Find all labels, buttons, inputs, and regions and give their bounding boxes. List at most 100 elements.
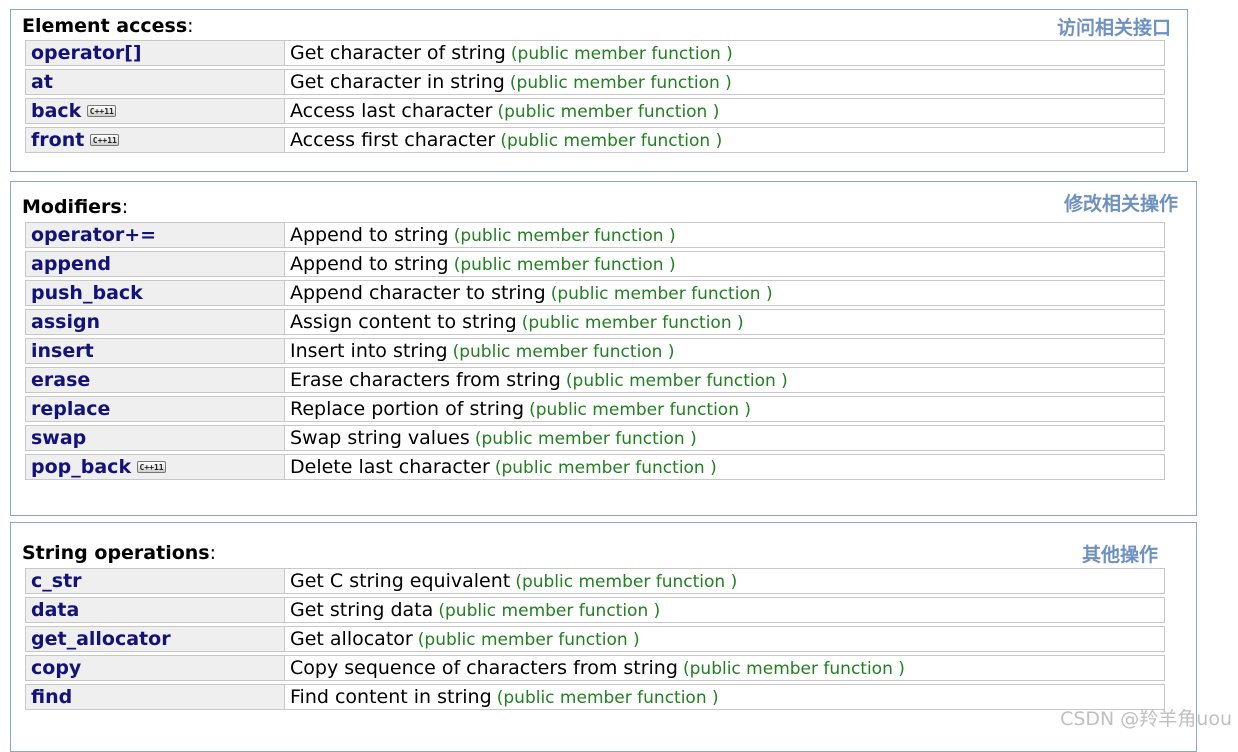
member-name-cell: pop_back C++11 bbox=[25, 454, 285, 480]
section-heading: Element access: bbox=[22, 15, 194, 37]
section-colon: : bbox=[187, 15, 194, 37]
cpp11-badge-icon: C++11 bbox=[90, 134, 120, 146]
member-desc-cell: Assign content to string (public member … bbox=[285, 309, 1165, 335]
member-desc-cell: Insert into string (public member functi… bbox=[285, 338, 1165, 364]
member-description: Append character to string bbox=[290, 282, 546, 304]
member-name-cell: operator+= bbox=[25, 222, 285, 248]
member-link[interactable]: front bbox=[31, 129, 84, 151]
member-desc-cell: Get character of string (public member f… bbox=[285, 40, 1165, 66]
section-heading: Modifiers: bbox=[22, 196, 128, 218]
table-row: replace Replace portion of string (public… bbox=[25, 396, 1165, 422]
table-row: get_allocator Get allocator (public membe… bbox=[25, 626, 1165, 652]
member-description: Get character in string bbox=[290, 71, 505, 93]
table-row: front C++11 Access first character (public… bbox=[25, 127, 1165, 153]
member-kind: (public member function ) bbox=[438, 601, 661, 621]
member-name-cell: data bbox=[25, 597, 285, 623]
member-kind: (public member function ) bbox=[515, 572, 738, 592]
member-desc-cell: Get C string equivalent (public member f… bbox=[285, 568, 1165, 594]
member-name-cell: find bbox=[25, 684, 285, 710]
member-desc-cell: Find content in string (public member fu… bbox=[285, 684, 1165, 710]
member-desc-cell: Get allocator (public member function ) bbox=[285, 626, 1165, 652]
member-desc-cell: Get string data (public member function … bbox=[285, 597, 1165, 623]
member-desc-cell: Append to string (public member function… bbox=[285, 251, 1165, 277]
member-description: Find content in string bbox=[290, 686, 492, 708]
member-description: Erase characters from string bbox=[290, 369, 561, 391]
member-desc-cell: Access first character (public member fu… bbox=[285, 127, 1165, 153]
member-link[interactable]: operator[] bbox=[31, 42, 142, 64]
table-row: operator[] Get character of string (publi… bbox=[25, 40, 1165, 66]
section-title: Modifiers bbox=[22, 196, 122, 218]
member-name-cell: assign bbox=[25, 309, 285, 335]
member-link[interactable]: get_allocator bbox=[31, 628, 171, 650]
section-note: 访问相关接口 bbox=[1056, 17, 1171, 39]
member-desc-cell: Append to string (public member function… bbox=[285, 222, 1165, 248]
member-link[interactable]: assign bbox=[31, 311, 100, 333]
cpp11-badge-icon: C++11 bbox=[87, 105, 117, 117]
table-row: at Get character in string (public member… bbox=[25, 69, 1165, 95]
member-name-cell: push_back bbox=[25, 280, 285, 306]
table-row: insert Insert into string (public member … bbox=[25, 338, 1165, 364]
member-name-cell: back C++11 bbox=[25, 98, 285, 124]
member-name-cell: insert bbox=[25, 338, 285, 364]
member-desc-cell: Erase characters from string (public mem… bbox=[285, 367, 1165, 393]
member-name-cell: append bbox=[25, 251, 285, 277]
member-desc-cell: Access last character (public member fun… bbox=[285, 98, 1165, 124]
member-link[interactable]: back bbox=[31, 100, 81, 122]
member-kind: (public member function ) bbox=[550, 284, 773, 304]
member-name-cell: erase bbox=[25, 367, 285, 393]
member-link[interactable]: replace bbox=[31, 398, 110, 420]
member-link[interactable]: c_str bbox=[31, 570, 82, 592]
member-link[interactable]: operator+= bbox=[31, 224, 156, 246]
member-name-cell: operator[] bbox=[25, 40, 285, 66]
table-row: pop_back C++11 Delete last character (publ… bbox=[25, 454, 1165, 480]
member-desc-cell: Copy sequence of characters from string … bbox=[285, 655, 1165, 681]
section-title: Element access bbox=[22, 15, 188, 37]
member-kind: (public member function ) bbox=[453, 226, 676, 246]
section-colon: : bbox=[209, 542, 217, 564]
member-link[interactable]: swap bbox=[31, 427, 86, 449]
table-row: push_back Append character to string (pub… bbox=[25, 280, 1165, 306]
member-description: Get C string equivalent bbox=[290, 570, 511, 592]
member-link[interactable]: copy bbox=[31, 657, 81, 679]
member-description: Append to string bbox=[290, 224, 449, 246]
member-table: c_str Get C string equivalent (public mem… bbox=[25, 565, 1165, 713]
member-name-cell: get_allocator bbox=[25, 626, 285, 652]
member-desc-cell: Get character in string (public member f… bbox=[285, 69, 1165, 95]
member-description: Get allocator bbox=[290, 628, 413, 650]
member-desc-cell: Replace portion of string (public member… bbox=[285, 396, 1165, 422]
table-row: swap Swap string values (public member fu… bbox=[25, 425, 1165, 451]
member-link[interactable]: data bbox=[31, 599, 79, 621]
member-desc-cell: Delete last character (public member fun… bbox=[285, 454, 1165, 480]
section-colon: : bbox=[121, 196, 129, 218]
watermark: CSDN @羚羊角uou bbox=[1060, 708, 1232, 730]
member-description: Access first character bbox=[290, 129, 496, 151]
section-note: 修改相关操作 bbox=[1063, 193, 1178, 215]
member-desc-cell: Swap string values (public member functi… bbox=[285, 425, 1165, 451]
member-kind: (public member function ) bbox=[500, 131, 723, 151]
section-heading: String operations: bbox=[22, 542, 216, 564]
member-link[interactable]: at bbox=[31, 71, 53, 93]
table-row: copy Copy sequence of characters from str… bbox=[25, 655, 1165, 681]
member-link[interactable]: push_back bbox=[31, 282, 143, 304]
section-note: 其他操作 bbox=[1081, 544, 1158, 566]
member-description: Copy sequence of characters from string bbox=[290, 657, 678, 679]
member-kind: (public member function ) bbox=[521, 313, 744, 333]
member-link[interactable]: find bbox=[31, 686, 72, 708]
table-row: back C++11 Access last character (public m… bbox=[25, 98, 1165, 124]
member-kind: (public member function ) bbox=[494, 458, 717, 478]
member-description: Replace portion of string bbox=[290, 398, 525, 420]
section-element-access: Element access: 访问相关接口 operator[] Get cha… bbox=[10, 9, 1188, 172]
table-row: data Get string data (public member funct… bbox=[25, 597, 1165, 623]
member-link[interactable]: insert bbox=[31, 340, 94, 362]
member-link[interactable]: erase bbox=[31, 369, 90, 391]
member-link[interactable]: pop_back bbox=[31, 456, 131, 478]
member-link[interactable]: append bbox=[31, 253, 111, 275]
member-name-cell: front C++11 bbox=[25, 127, 285, 153]
section-string-operations: String operations: 其他操作 c_str Get C strin… bbox=[10, 522, 1197, 752]
table-row: assign Assign content to string (public m… bbox=[25, 309, 1165, 335]
table-row: erase Erase characters from string (publi… bbox=[25, 367, 1165, 393]
member-description: Get character of string bbox=[290, 42, 506, 64]
cpp11-badge-icon: C++11 bbox=[137, 461, 167, 473]
member-description: Swap string values bbox=[290, 427, 470, 449]
member-name-cell: copy bbox=[25, 655, 285, 681]
